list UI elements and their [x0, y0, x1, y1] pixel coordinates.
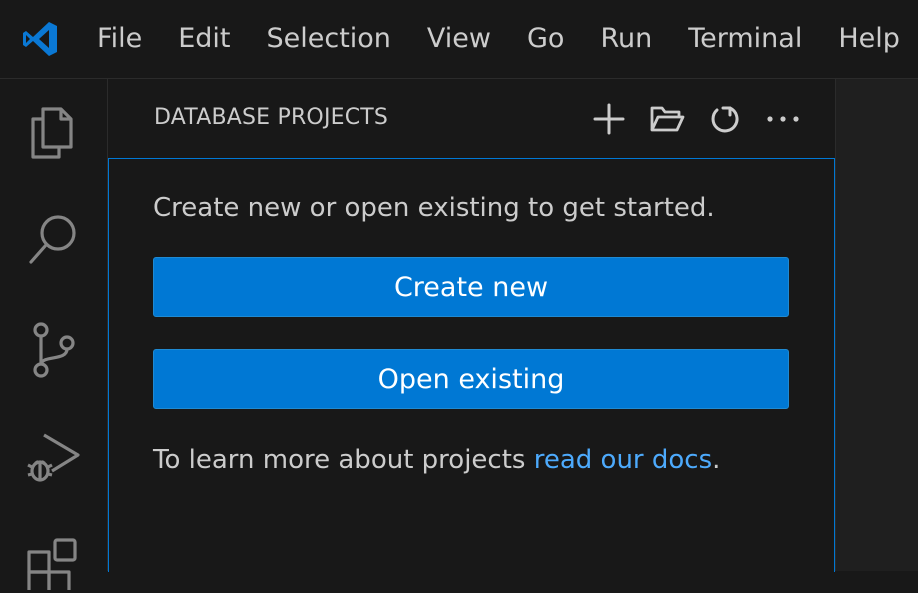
refresh-icon[interactable] — [703, 97, 747, 141]
header-actions — [587, 97, 805, 141]
menu-bar: File Edit Selection View Go Run Terminal… — [0, 0, 918, 79]
sidebar-title: DATABASE PROJECTS — [154, 105, 389, 130]
menu-run[interactable]: Run — [582, 0, 670, 78]
menu-edit[interactable]: Edit — [160, 0, 248, 78]
run-debug-icon[interactable] — [22, 427, 84, 489]
activity-bar — [0, 79, 108, 590]
welcome-message: Create new or open existing to get start… — [153, 193, 715, 223]
add-icon[interactable] — [587, 97, 631, 141]
docs-message: To learn more about projects read our do… — [153, 445, 720, 475]
read-docs-link[interactable]: read our docs — [534, 445, 712, 475]
explorer-icon[interactable] — [22, 101, 84, 163]
menu-view[interactable]: View — [409, 0, 509, 78]
docs-prefix: To learn more about projects — [153, 445, 534, 475]
create-new-button[interactable]: Create new — [153, 257, 789, 317]
search-icon[interactable] — [22, 209, 84, 271]
sidebar-header: DATABASE PROJECTS — [108, 79, 835, 158]
vscode-logo-icon — [0, 0, 80, 78]
welcome-view: Create new or open existing to get start… — [108, 158, 835, 572]
source-control-icon[interactable] — [22, 319, 84, 381]
extensions-icon[interactable] — [22, 531, 84, 593]
open-existing-button[interactable]: Open existing — [153, 349, 789, 409]
menu-items: File Edit Selection View Go Run Terminal… — [80, 0, 918, 78]
menu-help[interactable]: Help — [820, 0, 918, 78]
menu-terminal[interactable]: Terminal — [670, 0, 820, 78]
open-folder-icon[interactable] — [645, 97, 689, 141]
menu-selection[interactable]: Selection — [248, 0, 408, 78]
editor-area — [835, 79, 918, 571]
menu-file[interactable]: File — [80, 0, 160, 78]
more-actions-icon[interactable] — [761, 97, 805, 141]
side-bar: DATABASE PROJECTS Create new or open exi… — [108, 79, 835, 572]
menu-go[interactable]: Go — [509, 0, 582, 78]
docs-suffix: . — [712, 445, 721, 475]
